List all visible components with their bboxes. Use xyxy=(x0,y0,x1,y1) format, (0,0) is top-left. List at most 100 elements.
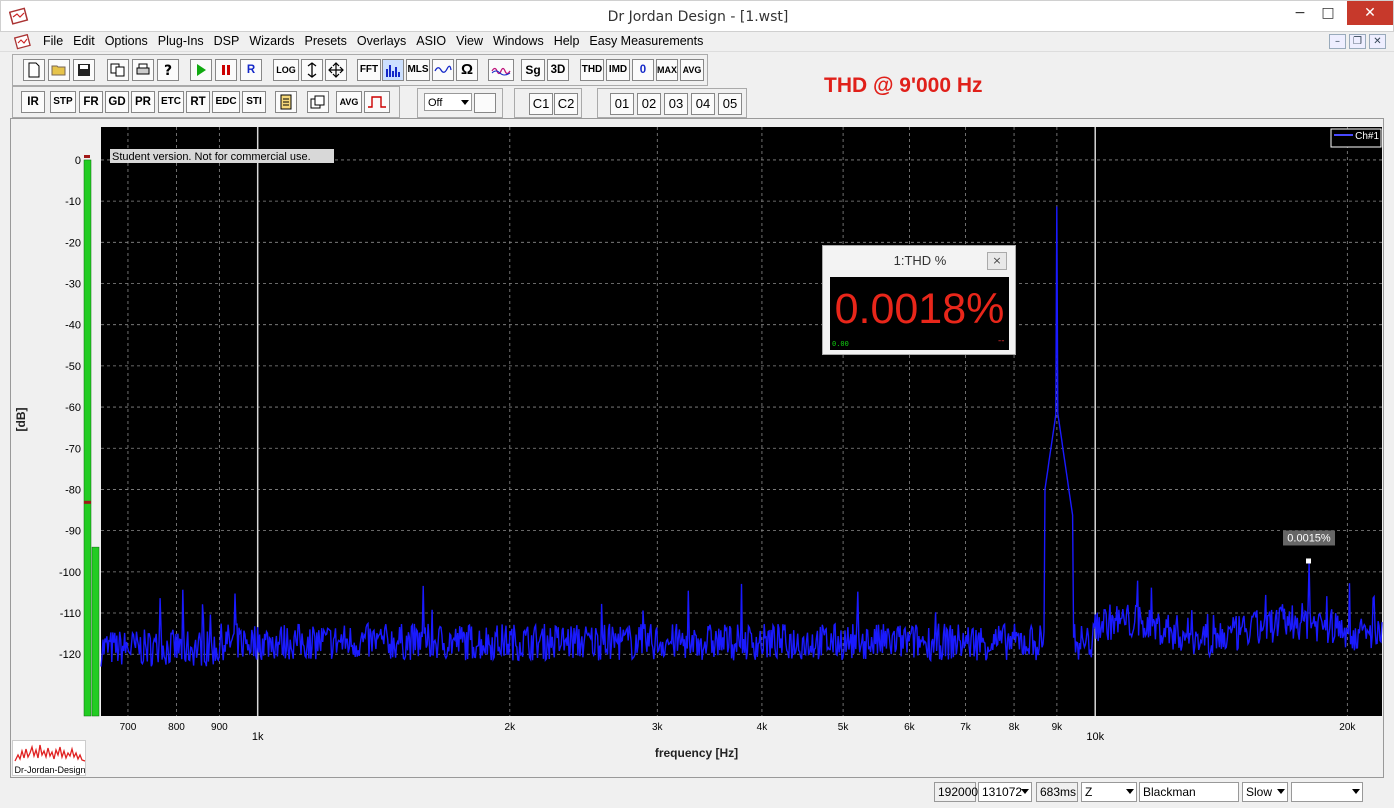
stp-button[interactable]: STP xyxy=(50,91,76,113)
preset-05-button[interactable]: 05 xyxy=(718,93,742,115)
level-meter-clip-indicator xyxy=(84,155,90,158)
close-button[interactable]: ✕ xyxy=(1347,1,1393,25)
menu-item-options[interactable]: Options xyxy=(100,32,153,52)
ir-button[interactable]: IR xyxy=(21,91,45,113)
sti-button[interactable]: STI xyxy=(242,91,266,113)
etc-button[interactable]: ETC xyxy=(158,91,184,113)
menu-item-view[interactable]: View xyxy=(451,32,488,52)
mdi-close-button[interactable]: ✕ xyxy=(1369,34,1386,49)
menu-item-presets[interactable]: Presets xyxy=(300,32,352,52)
pr-button[interactable]: PR xyxy=(131,91,155,113)
menu-item-windows[interactable]: Windows xyxy=(488,32,549,52)
fft-size-select[interactable]: 131072 xyxy=(978,782,1032,802)
menu-item-overlays[interactable]: Overlays xyxy=(352,32,411,52)
thd-button[interactable]: THD xyxy=(580,59,604,81)
off-extra-button[interactable] xyxy=(474,93,496,113)
pause-button[interactable] xyxy=(215,59,237,81)
preset-03-button[interactable]: 03 xyxy=(664,93,688,115)
zero-button[interactable]: 0 xyxy=(632,59,654,81)
log-button[interactable]: LOG xyxy=(273,59,299,81)
off-select[interactable]: Off xyxy=(424,93,472,111)
avg2-button[interactable]: AVG xyxy=(336,91,362,113)
level-meter-bar xyxy=(83,159,92,717)
maximize-button[interactable]: □ xyxy=(1312,1,1344,25)
gate-button[interactable] xyxy=(364,91,390,113)
menu-item-help[interactable]: Help xyxy=(549,32,585,52)
menu-item-file[interactable]: File xyxy=(38,32,68,52)
pause-icon xyxy=(222,65,230,75)
page-button[interactable] xyxy=(275,91,297,113)
preset-02-button[interactable]: 02 xyxy=(637,93,661,115)
open-file-button[interactable] xyxy=(48,59,70,81)
speed-select[interactable]: Slow xyxy=(1242,782,1288,802)
sweep-button[interactable] xyxy=(488,59,514,81)
headline-annotation: THD @ 9'000 Hz xyxy=(824,74,983,97)
thd-panel-close-button[interactable]: × xyxy=(987,252,1007,270)
waveform-button[interactable] xyxy=(432,59,454,81)
y-tick-label: -40 xyxy=(65,320,81,332)
new-file-icon xyxy=(28,62,40,78)
spectrum-chart[interactable]: 0 -10 -20 -30 -40 -50 -60 -70 -80 -90 -100 -110 -120… xyxy=(11,119,1383,777)
watermark-text: Student version. Not for commercial use. xyxy=(112,151,311,163)
vertical-zoom-button[interactable] xyxy=(301,59,323,81)
mls-button[interactable]: MLS xyxy=(406,59,430,81)
thd-value: 0.0018% xyxy=(834,285,1005,333)
avg-button[interactable]: AVG xyxy=(680,59,704,81)
edc-button[interactable]: EDC xyxy=(212,91,240,113)
move-button[interactable] xyxy=(325,59,347,81)
play-button[interactable] xyxy=(190,59,212,81)
thd-meter-panel[interactable]: 1:THD % × 0.0018% 0.00 -- xyxy=(822,245,1016,355)
menu-item-plug-ins[interactable]: Plug-Ins xyxy=(153,32,209,52)
3d-button[interactable]: 3D xyxy=(547,59,569,81)
window-function-field[interactable]: Blackman xyxy=(1139,782,1239,802)
rt-button[interactable]: RT xyxy=(186,91,210,113)
fft-button[interactable]: FFT xyxy=(357,59,381,81)
x-tick-label: 4k xyxy=(757,722,769,733)
copy-button[interactable] xyxy=(107,59,129,81)
menu-item-asio[interactable]: ASIO xyxy=(411,32,451,52)
menu-item-edit[interactable]: Edit xyxy=(68,32,100,52)
speed-value: Slow xyxy=(1246,785,1273,799)
preset-01-button[interactable]: 01 xyxy=(610,93,634,115)
sweep-wave-icon xyxy=(491,67,511,76)
x-tick-label: 900 xyxy=(211,722,228,733)
windows-button[interactable] xyxy=(307,91,329,113)
spectrum-bars-icon xyxy=(386,65,400,77)
impedance-button[interactable]: Ω xyxy=(456,59,478,81)
help-button[interactable]: ? xyxy=(157,59,179,81)
y-tick-label: -70 xyxy=(65,443,81,455)
fr-button[interactable]: FR xyxy=(79,91,103,113)
channel-1-button[interactable]: C1 xyxy=(529,93,553,115)
level-meter-bar-2 xyxy=(91,546,100,717)
play-icon xyxy=(197,64,206,76)
vertical-arrows-icon xyxy=(307,62,317,78)
signal-generator-button[interactable]: Sg xyxy=(521,59,545,81)
gd-button[interactable]: GD xyxy=(105,91,129,113)
save-button[interactable] xyxy=(73,59,95,81)
max-button[interactable]: MAX xyxy=(656,59,678,81)
weighting-value: Z xyxy=(1085,785,1093,799)
channel-2-button[interactable]: C2 xyxy=(554,93,578,115)
menu-item-wizards[interactable]: Wizards xyxy=(244,32,299,52)
mdi-minimize-button[interactable]: – xyxy=(1329,34,1346,49)
weighting-select[interactable]: Z xyxy=(1081,782,1137,802)
preset-04-button[interactable]: 04 xyxy=(691,93,715,115)
document-icon[interactable] xyxy=(14,34,32,50)
x-tick-label: 2k xyxy=(505,722,517,733)
print-button[interactable] xyxy=(132,59,154,81)
y-tick-label: -110 xyxy=(60,608,81,620)
menu-item-easy-measurements[interactable]: Easy Measurements xyxy=(584,32,708,52)
menu-item-dsp[interactable]: DSP xyxy=(209,32,245,52)
spectrum-button[interactable] xyxy=(382,59,404,81)
extra-select[interactable] xyxy=(1291,782,1363,802)
chevron-down-icon xyxy=(1352,789,1360,794)
y-tick-label: -20 xyxy=(65,237,81,249)
mdi-restore-button[interactable]: ❐ xyxy=(1349,34,1366,49)
record-button[interactable]: R xyxy=(240,59,262,81)
new-file-button[interactable] xyxy=(23,59,45,81)
printer-icon xyxy=(136,63,150,75)
page-edit-icon xyxy=(280,94,292,110)
imd-button[interactable]: IMD xyxy=(606,59,630,81)
off-group: Off xyxy=(417,88,503,118)
legend-label: Ch#1 xyxy=(1355,131,1379,142)
